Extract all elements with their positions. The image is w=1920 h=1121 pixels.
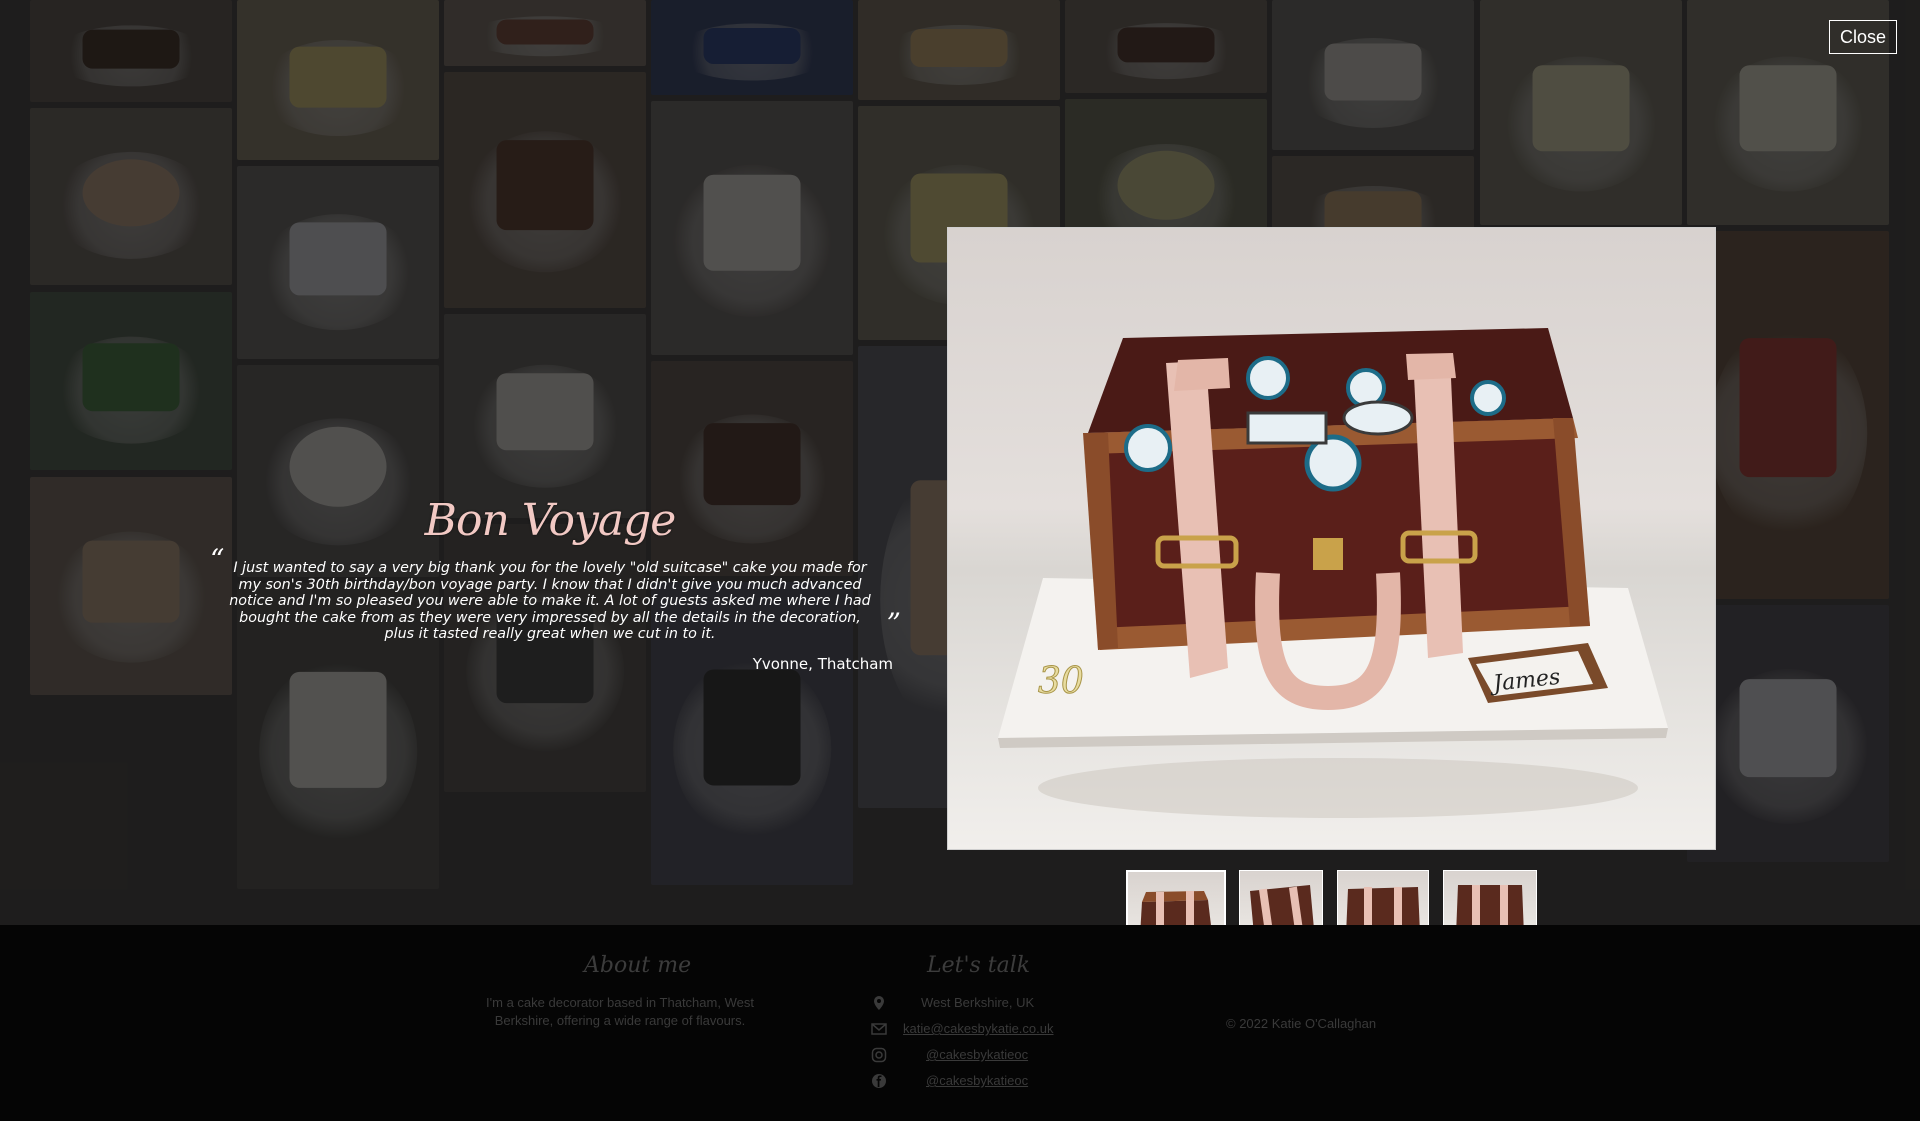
facebook-link[interactable]: @cakesbykatieoc [926,1072,1028,1090]
instagram-link[interactable]: @cakesbykatieoc [926,1046,1028,1064]
footer: About me I'm a cake decorator based in T… [0,925,1920,1121]
contact-heading: Let's talk [927,953,1031,978]
instagram-icon [871,1047,887,1063]
testimonial-author: Yvonne, Thatcham [752,654,893,673]
testimonial-text: I just wanted to say a very big thank yo… [229,560,871,642]
about-heading: About me [584,953,692,978]
facebook-icon [872,1074,886,1088]
testimonial-title: Bon Voyage [424,495,677,546]
close-button[interactable]: Close [1829,20,1897,54]
about-text: I'm a cake decorator based in Thatcham, … [486,995,754,1028]
copyright-text: © 2022 Katie O'Callaghan [1226,1016,1377,1031]
location-text: West Berkshire, UK [921,995,1035,1010]
close-quote-mark: ” [886,607,901,640]
email-link[interactable]: katie@cakesbykatie.co.uk [903,1020,1054,1038]
testimonial-quote: “ I just wanted to say a very big thank … [205,546,901,643]
location-pin-icon [874,996,884,1010]
cake-number-30: 30 [1038,661,1084,702]
suitcase-cake-image: 30 James [998,328,1668,818]
open-quote-mark: “ [210,543,225,576]
testimonial: Bon Voyage “ I just wanted to say a very… [205,495,901,673]
envelope-icon [871,1023,887,1035]
main-photo: 30 James [947,227,1716,850]
